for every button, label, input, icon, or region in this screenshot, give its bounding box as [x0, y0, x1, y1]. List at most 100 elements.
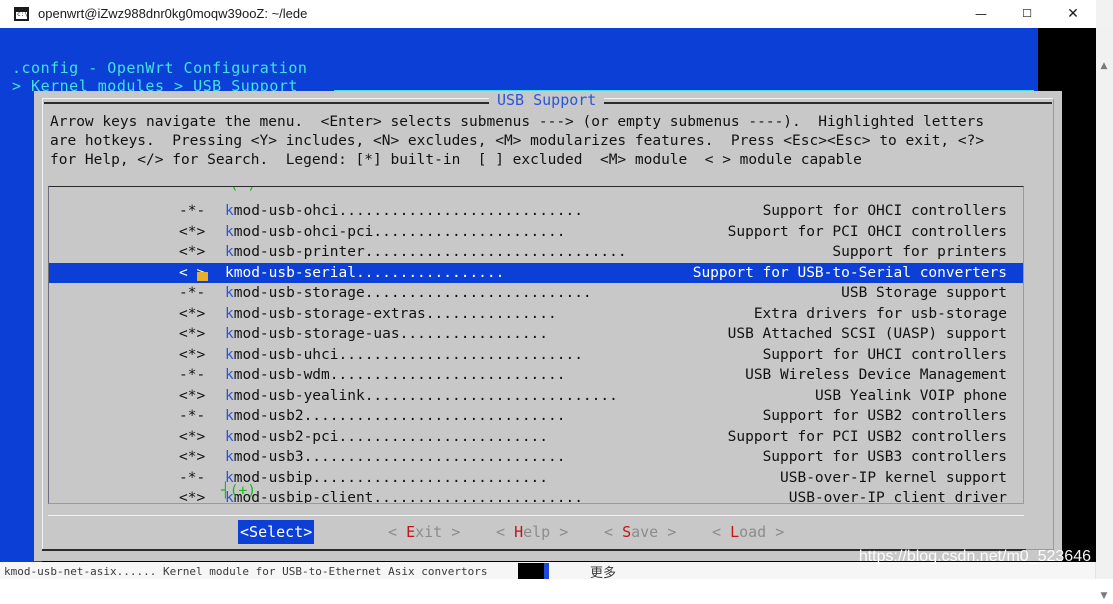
config-row-flag[interactable]: <*>	[179, 242, 225, 263]
config-row-dots: ...........................	[312, 469, 549, 486]
config-row[interactable]: <*> kmod-usb-uhci........................…	[49, 345, 1023, 366]
scroll-up-indicator[interactable]: ^(-)	[221, 187, 256, 193]
config-row-name: mod-usb-yealink	[233, 387, 365, 404]
terminal-screen[interactable]: .config - OpenWrt Configuration > Kernel…	[0, 28, 1096, 562]
config-row-name: mod-usb-printer	[233, 244, 365, 260]
config-row-description: Support for OHCI controllers	[762, 203, 1007, 219]
button-bracket-left: <	[712, 523, 731, 541]
button-hotkey: S	[249, 523, 259, 541]
terminal-icon	[14, 7, 29, 21]
config-row[interactable]: <*> kmod-usb-ohci-pci....................…	[49, 222, 1023, 243]
config-row-description: Support for PCI OHCI controllers	[727, 223, 1007, 240]
config-row-name: mod-usb-storage-uas	[233, 326, 400, 342]
config-row-flag[interactable]: <*>	[179, 488, 225, 503]
config-row-description: Support for UHCI controllers	[762, 346, 1007, 363]
exit-button[interactable]: < Exit >	[388, 520, 460, 544]
config-row-dots: ........................	[373, 490, 583, 503]
config-row-hotkey: k	[225, 346, 234, 363]
config-row-hotkey: k	[225, 223, 234, 240]
config-row[interactable]: -*- kmod-usb-wdm.........................…	[49, 365, 1023, 386]
config-row-name: mod-usb-wdm	[233, 367, 330, 383]
button-bracket-left: <	[496, 523, 515, 541]
config-row-flag[interactable]: -*-	[179, 283, 225, 304]
config-rows: -*- kmod-usb-ohci........................…	[49, 201, 1023, 503]
config-row[interactable]: -*- kmod-usb-storage.....................…	[49, 283, 1023, 304]
config-row[interactable]: -*- kmod-usbip...........................…	[49, 468, 1023, 489]
background-bottom-swatch	[518, 563, 549, 579]
config-row-description: Support for printers	[832, 244, 1007, 260]
config-row-flag[interactable]: -*-	[179, 406, 225, 427]
config-row[interactable]: -*- kmod-usb2............................…	[49, 406, 1023, 427]
config-row-name: mod-usb2	[233, 408, 304, 424]
button-label-rest: xit >	[415, 523, 461, 541]
config-row-flag[interactable]: <*>	[179, 222, 225, 243]
config-row[interactable]: <*> kmod-usbip-client....................…	[49, 488, 1023, 503]
config-row-description: USB Attached SCSI (UASP) support	[727, 326, 1007, 342]
scroll-down-arrow-icon[interactable]: ▼	[1096, 588, 1112, 604]
config-row[interactable]: <*> kmod-usb2-pci........................…	[49, 427, 1023, 448]
config-row-description: Extra drivers for usb-storage	[753, 305, 1007, 322]
load-button[interactable]: < Load >	[712, 520, 784, 544]
select-button[interactable]: <Select>	[238, 520, 315, 544]
scroll-down-indicator[interactable]: ┤(+)	[221, 483, 256, 499]
config-row[interactable]: <*> kmod-usb-storage-uas.................…	[49, 324, 1023, 345]
config-row-flag[interactable]: <*>	[179, 386, 225, 407]
config-row-dots: .................	[399, 326, 549, 342]
config-row[interactable]: < > kmod-usb-serial................. Suppo…	[49, 262, 1023, 283]
config-row-flag[interactable]: <*>	[179, 304, 225, 325]
config-row-flag[interactable]: <*>	[179, 447, 225, 468]
config-row-description: Support for USB-to-Serial converters	[692, 264, 1007, 281]
config-row[interactable]: -*- kmod-usb-ohci........................…	[49, 201, 1023, 222]
close-button[interactable]: ✕	[1050, 0, 1096, 28]
config-row[interactable]: <*> kmod-usb-storage-extras..............…	[49, 304, 1023, 325]
maximize-button[interactable]: ☐	[1004, 0, 1050, 28]
config-row[interactable]: <*> kmod-usb3............................…	[49, 447, 1023, 468]
config-row-flag[interactable]: -*-	[179, 365, 225, 386]
config-row[interactable]: <*> kmod-usb-printer.....................…	[49, 242, 1023, 263]
config-row-hotkey: k	[225, 305, 234, 322]
page-scrollbar[interactable]: ▲ ▼	[1095, 28, 1113, 601]
help-line-3: for Help, </> for Search. Legend: [*] bu…	[50, 152, 862, 168]
button-label-rest: oad >	[739, 523, 785, 541]
selection-cursor	[197, 271, 208, 281]
config-row-dots: ..............................	[364, 244, 627, 260]
config-row-dots: ..............................	[303, 408, 566, 424]
config-row-hotkey: k	[225, 285, 234, 301]
config-row-description: USB Yealink VOIP phone	[814, 387, 1007, 404]
help-text: Arrow keys navigate the menu. <Enter> se…	[50, 113, 1020, 170]
config-row-dots: ..............................	[303, 449, 566, 465]
scroll-up-arrow-icon[interactable]: ▲	[1096, 58, 1112, 74]
save-button[interactable]: < Save >	[604, 520, 676, 544]
config-row-description: USB-over-IP kernel support	[780, 469, 1007, 486]
help-button[interactable]: < Help >	[496, 520, 568, 544]
config-row[interactable]: <*> kmod-usb-yealink.....................…	[49, 386, 1023, 407]
config-row-flag[interactable]: -*-	[179, 468, 225, 489]
button-label-rest: ave >	[631, 523, 677, 541]
config-row-description: Support for PCI USB2 controllers	[727, 428, 1007, 445]
config-row-dots: .............................	[364, 387, 618, 404]
config-row-hotkey: k	[225, 203, 234, 219]
config-row-flag[interactable]: <*>	[179, 324, 225, 345]
minimize-button[interactable]: —	[958, 0, 1004, 28]
config-row-dots: ...........................	[329, 367, 566, 383]
help-line-1: Arrow keys navigate the menu. <Enter> se…	[50, 114, 985, 130]
config-row-name: mod-usb-ohci	[233, 203, 339, 219]
config-listbox[interactable]: ^(-) -*-kmod-usb-ohci...................…	[48, 186, 1024, 504]
button-label-rest: elect>	[258, 523, 313, 541]
config-row-flag[interactable]: <*>	[179, 345, 225, 366]
config-row-description: Support for USB2 controllers	[762, 408, 1007, 424]
button-hotkey: H	[514, 523, 524, 541]
config-row-flag[interactable]: <*>	[179, 427, 225, 448]
config-row-description: Support for USB3 controllers	[762, 449, 1007, 465]
button-hotkey: S	[622, 523, 632, 541]
config-row-dots: ......................	[373, 223, 566, 240]
background-bottom-text: kmod-usb-net-asix...... Kernel module fo…	[4, 565, 488, 578]
config-row-name: mod-usb-uhci	[233, 346, 339, 363]
config-row-name: mod-usb-ohci-pci	[233, 223, 374, 240]
window-titlebar[interactable]: openwrt@iZwz988dnr0kg0moqw39ooZ: ~/lede …	[0, 0, 1096, 29]
watermark-url: https://blog.csdn.net/m0_523646	[858, 548, 1091, 565]
background-more-label: 更多	[590, 566, 617, 581]
config-row-flag[interactable]: -*-	[179, 201, 225, 222]
buttonbar-rule-top	[48, 515, 1024, 516]
config-row-hotkey: k	[225, 244, 234, 260]
